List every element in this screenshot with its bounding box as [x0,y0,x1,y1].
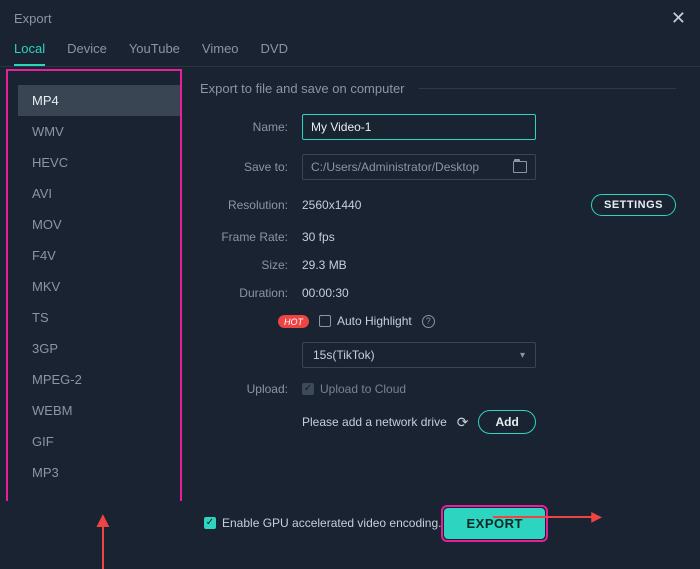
format-wmv[interactable]: WMV [18,116,180,147]
format-webm[interactable]: WEBM [18,395,180,426]
tab-youtube[interactable]: YouTube [129,35,180,66]
name-label: Name: [200,120,288,134]
duration-label: Duration: [200,286,288,300]
upload-cloud-text: Upload to Cloud [320,382,406,396]
format-mov[interactable]: MOV [18,209,180,240]
upload-label: Upload: [200,382,288,396]
tab-vimeo[interactable]: Vimeo [202,35,239,66]
framerate-label: Frame Rate: [200,230,288,244]
hot-badge: HOT [278,315,309,328]
upload-cloud-checkbox [302,383,314,395]
format-ts[interactable]: TS [18,302,180,333]
format-mp3[interactable]: MP3 [18,457,180,488]
export-tabs: Local Device YouTube Vimeo DVD [0,35,700,67]
section-title: Export to file and save on computer [200,81,676,96]
help-icon[interactable]: ? [422,315,435,328]
format-mp4[interactable]: MP4 [18,85,180,116]
saveto-path: C:/Users/Administrator/Desktop [311,160,479,174]
window-title: Export [14,11,52,26]
duration-value: 00:00:30 [302,286,349,300]
tab-device[interactable]: Device [67,35,107,66]
annotation-arrow-up: ▲ [92,507,114,533]
size-label: Size: [200,258,288,272]
resolution-value: 2560x1440 [302,198,361,212]
format-f4v[interactable]: F4V [18,240,180,271]
saveto-label: Save to: [200,160,288,174]
tab-dvd[interactable]: DVD [261,35,288,66]
auto-highlight-checkbox[interactable] [319,315,331,327]
close-icon[interactable]: ✕ [671,8,686,29]
format-mkv[interactable]: MKV [18,271,180,302]
size-value: 29.3 MB [302,258,347,272]
auto-highlight-label: Auto Highlight [337,314,412,328]
format-avi[interactable]: AVI [18,178,180,209]
settings-button[interactable]: SETTINGS [591,194,676,216]
folder-icon[interactable] [513,161,527,173]
format-hevc[interactable]: HEVC [18,147,180,178]
resolution-label: Resolution: [200,198,288,212]
preset-value: 15s(TikTok) [313,348,375,362]
preset-select[interactable]: 15s(TikTok) ▾ [302,342,536,368]
name-input[interactable] [302,114,536,140]
format-sidebar: MP4 WMV HEVC AVI MOV F4V MKV TS 3GP MPEG… [6,69,182,512]
annotation-arrow-right: ▶ [493,508,602,525]
refresh-icon[interactable]: ⟳ [457,414,469,431]
chevron-down-icon: ▾ [520,350,525,361]
add-button[interactable]: Add [478,410,535,434]
format-3gp[interactable]: 3GP [18,333,180,364]
tab-local[interactable]: Local [14,35,45,66]
format-gif[interactable]: GIF [18,426,180,457]
gpu-checkbox[interactable] [204,517,216,529]
framerate-value: 30 fps [302,230,335,244]
format-mpeg2[interactable]: MPEG-2 [18,364,180,395]
saveto-path-box[interactable]: C:/Users/Administrator/Desktop [302,154,536,180]
gpu-label: Enable GPU accelerated video encoding. [222,516,441,530]
network-drive-text: Please add a network drive [302,415,447,429]
